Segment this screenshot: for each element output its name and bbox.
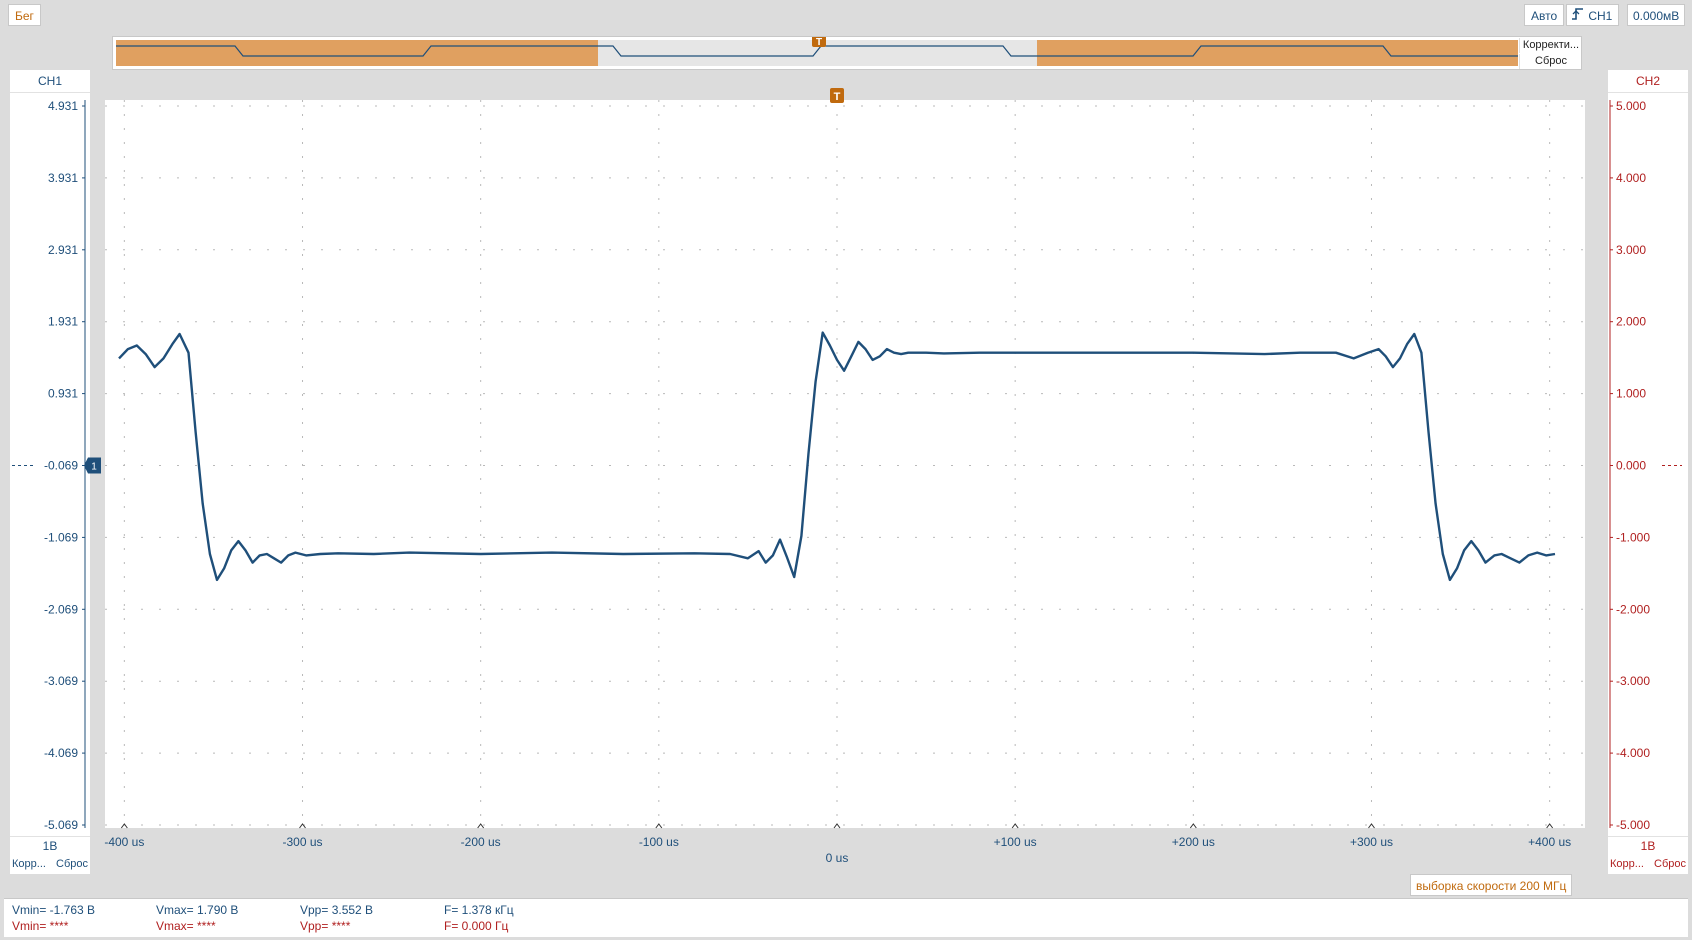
time-tick-label: -400 us [104, 835, 144, 849]
ch1-tick-label: -3.069 [44, 674, 78, 688]
ch1-vmin: Vmin= -1.763 В [12, 903, 96, 917]
ch2-tick-label: 4.000 [1616, 171, 1646, 185]
time-tick-label: +200 us [1172, 835, 1215, 849]
ch1-tick-label: -4.069 [44, 746, 78, 760]
time-tick-label: +300 us [1350, 835, 1393, 849]
oscilloscope-screen[interactable]: 4.931 3.931 2.931 1.931 0.931 -0.069 -1.069 -2.… [0, 0, 1692, 870]
ch1-vmax: Vmax= 1.790 В [156, 903, 239, 917]
time-tick-label: -300 us [282, 835, 322, 849]
time-center-label: 0 us [826, 851, 849, 865]
ch2-tick-label: -5.000 [1616, 818, 1650, 832]
ch1-tick-label: 0.931 [48, 387, 78, 401]
ch1-ground-marker-label: 1 [91, 462, 97, 473]
ch2-tick-label: -1.000 [1616, 530, 1650, 544]
ch2-tick-label: 3.000 [1616, 243, 1646, 257]
ch1-tick-label: 4.931 [48, 99, 78, 113]
time-tick-label: -200 us [461, 835, 501, 849]
ch2-tick-label: 5.000 [1616, 99, 1646, 113]
ch1-tick-label: 1.931 [48, 315, 78, 329]
ch1-axis: 4.931 3.931 2.931 1.931 0.931 -0.069 -1.069 -2.… [44, 99, 86, 832]
ch2-tick-label: -2.000 [1616, 602, 1650, 616]
ch2-axis: 5.000 4.000 3.000 2.000 1.000 0.000 -1.000 -2.0… [1609, 99, 1650, 832]
ch2-tick-label: 1.000 [1616, 387, 1646, 401]
ch1-tick-label: -0.069 [44, 459, 78, 473]
ch1-tick-label: 3.931 [48, 171, 78, 185]
ch1-frequency: F= 1.378 кГц [444, 903, 514, 917]
ch1-tick-label: -5.069 [44, 818, 78, 832]
ch2-vpp: Vpp= **** [300, 919, 351, 933]
time-tick-label: -100 us [639, 835, 679, 849]
ch2-frequency: F= 0.000 Гц [444, 919, 509, 933]
measurements-panel: Vmin= -1.763 В Vmax= 1.790 В Vpp= 3.552 … [4, 898, 1688, 937]
ch1-tick-label: -1.069 [44, 530, 78, 544]
ch1-tick-label: 2.931 [48, 243, 78, 257]
ch1-vpp: Vpp= 3.552 В [300, 903, 374, 917]
ch2-vmax: Vmax= **** [156, 919, 216, 933]
time-axis: -400 us -300 us -200 us -100 us +100 us +200 … [104, 823, 1571, 865]
ch1-tick-label: -2.069 [44, 602, 78, 616]
time-tick-label: +100 us [994, 835, 1037, 849]
plot-area [105, 100, 1585, 828]
ch2-tick-label: -3.000 [1616, 674, 1650, 688]
trigger-marker-label: T [834, 91, 841, 103]
ch2-vmin: Vmin= **** [12, 919, 69, 933]
ch2-tick-label: -4.000 [1616, 746, 1650, 760]
ch2-tick-label: 2.000 [1616, 315, 1646, 329]
sample-rate-label: выборка скорости 200 МГц [1410, 874, 1573, 896]
ch2-tick-label: 0.000 [1616, 459, 1646, 473]
time-tick-label: +400 us [1528, 835, 1571, 849]
